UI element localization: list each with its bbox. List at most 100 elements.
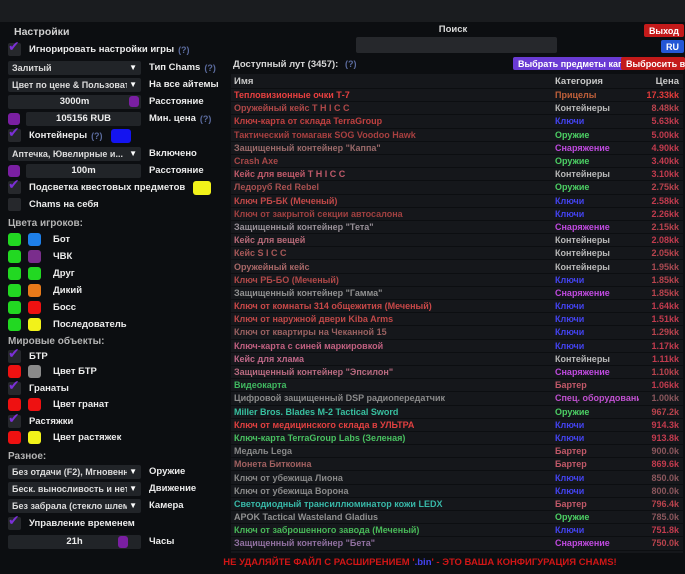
loot-item-category: Контейнеры [555,235,639,245]
loot-item-name: Монета Биткоина [231,459,555,469]
table-row[interactable]: Ключ-карта TerraGroup Labs (Зеленая)Ключ… [231,432,683,444]
checkbox-ignore-game-settings[interactable] [8,43,21,56]
player-color-swatch-visible[interactable] [8,318,21,331]
table-row[interactable]: Кейс для хламаКонтейнеры1.11kk [231,353,683,365]
table-row[interactable]: Кейс для вещей T H I C CКонтейнеры3.10kk [231,168,683,180]
help-icon[interactable]: (?) [91,131,103,141]
checkbox-time-control[interactable] [8,517,21,530]
table-row[interactable]: Оружейный кейс T H I C CКонтейнеры8.48kk [231,102,683,114]
grenades-color-row: Цвет гранат [8,397,109,412]
chams-type-dropdown[interactable]: Залитый ▼ [8,61,141,75]
table-row[interactable]: Ключ РБ-БО (Меченый)Ключи1.85kk [231,274,683,286]
containers-distance-label: Расстояние [149,165,204,176]
table-row[interactable]: Ключ от убежища ВоронаКлючи800.0k [231,485,683,497]
all-items-dropdown[interactable]: Цвет по цене & Пользователь ▼ [8,78,141,92]
containers-distance-color-swatch[interactable] [8,165,20,177]
table-row[interactable]: Кейс для вещейКонтейнеры2.08kk [231,234,683,246]
all-items-value: Цвет по цене & Пользователь [12,80,127,90]
movement-dropdown[interactable]: Беск. выносливость и нет уста ▼ [8,482,141,496]
select-kappa-items-button[interactable]: Выбрать предметы каппа [513,57,639,70]
table-row[interactable]: Защищенный контейнер "Тета"Снаряжение2.1… [231,221,683,233]
table-row[interactable]: Ключ от убежища ЛионаКлючи850.0k [231,471,683,483]
table-row[interactable]: Ключ от комнаты 314 общежития (Меченый)К… [231,300,683,312]
player-color-swatch-visible[interactable] [8,250,21,263]
table-row[interactable]: Ключ от медицинского склада в УЛЬТРАКлюч… [231,419,683,431]
loot-item-price: 17.33kk [639,90,683,100]
table-row[interactable]: Защищенный контейнер "Каппа"Снаряжение4.… [231,142,683,154]
tripwires-label: Растяжки [29,416,73,427]
containers-filter-dropdown[interactable]: Аптечка, Ювелирные и... ▼ [8,147,141,161]
table-row[interactable]: Ключ от наружной двери Kiba ArmsКлючи1.5… [231,313,683,325]
table-row[interactable]: Ключ-карта с синей маркировкойКлючи1.17k… [231,340,683,352]
checkbox-tripwires[interactable] [8,415,21,428]
min-price-color-swatch[interactable] [8,113,20,125]
checkbox-containers[interactable] [8,129,21,142]
table-row[interactable]: Защищенный контейнер "Гамма"Снаряжение1.… [231,287,683,299]
help-icon[interactable]: (?) [345,59,357,69]
help-icon[interactable]: (?) [178,45,190,55]
table-row[interactable]: Оружейный кейсКонтейнеры1.95kk [231,260,683,272]
containers-color-swatch[interactable] [111,129,131,143]
table-row[interactable]: Ключ от закрытой секции автосалонаКлючи2… [231,208,683,220]
checkbox-btr[interactable] [8,350,21,363]
table-row[interactable]: Ключ-карта от склада TerraGroupКлючи5.63… [231,115,683,127]
table-row[interactable]: Ледоруб Red RebelОружие2.75kk [231,181,683,193]
column-header-name[interactable]: Имя [231,76,555,87]
table-row[interactable]: Ключ РБ-БК (Меченый)Ключи2.58kk [231,195,683,207]
min-price-input[interactable]: 105156 RUB [26,112,141,126]
camera-dropdown[interactable]: Без забрала (стекло шлема) ▼ [8,499,141,513]
weapon-dropdown[interactable]: Без отдачи (F2), Мгновенное п ▼ [8,465,141,479]
help-icon[interactable]: (?) [200,114,212,124]
help-icon[interactable]: (?) [204,63,216,73]
loot-item-category: Оружие [555,182,639,192]
column-header-price[interactable]: Цена [639,76,683,87]
table-row[interactable]: ВидеокартаБартер1.06kk [231,379,683,391]
table-row[interactable]: Цифровой защищенный DSP радиопередатчикС… [231,392,683,404]
hours-input[interactable]: 21h [8,535,141,549]
tripwires-color-swatch-1[interactable] [8,431,21,444]
player-color-swatch[interactable] [28,318,41,331]
player-color-swatch[interactable] [28,233,41,246]
checkbox-chams-self[interactable] [8,198,21,211]
checkbox-grenades[interactable] [8,382,21,395]
table-row[interactable]: Тепловизионные очки Т-7Прицелы17.33kk [231,89,683,101]
language-button[interactable]: RU [661,40,684,53]
loot-title-row: Доступный лут (3457): (?) [233,59,356,70]
table-row[interactable]: Защищенный контейнер "Эпсилон"Снаряжение… [231,366,683,378]
distance-color-swatch[interactable] [129,96,139,107]
grenades-color-swatch-2[interactable] [28,398,41,411]
btr-color-swatch-2[interactable] [28,365,41,378]
distance-input[interactable]: 3000m [8,95,141,109]
table-row[interactable]: Медаль LegaБартер900.0k [231,445,683,457]
table-row[interactable]: Тактический томагавк SOG Voodoo HawkОруж… [231,129,683,141]
player-color-swatch-visible[interactable] [8,267,21,280]
containers-distance-input[interactable]: 100m [26,164,141,178]
hours-color-swatch[interactable] [118,536,128,548]
table-row[interactable]: Ключ от заброшенного завода (Меченый)Клю… [231,524,683,536]
column-header-category[interactable]: Категория [555,76,639,87]
player-color-swatch-visible[interactable] [8,301,21,314]
player-color-swatch[interactable] [28,301,41,314]
player-color-swatch[interactable] [28,250,41,263]
player-color-swatch-visible[interactable] [8,233,21,246]
table-row[interactable]: Кейс S I C CКонтейнеры2.05kk [231,247,683,259]
table-row[interactable]: Miller Bros. Blades M-2 Tactical SwordОр… [231,406,683,418]
tripwires-color-swatch-2[interactable] [28,431,41,444]
player-color-swatch[interactable] [28,267,41,280]
table-row[interactable]: Ключ-карта с зеленой маркировкойКлючи750… [231,551,683,553]
exit-button[interactable]: Выход [644,24,684,37]
table-row[interactable]: APOK Tactical Wasteland GladiusОружие785… [231,511,683,523]
player-color-swatch-visible[interactable] [8,284,21,297]
table-row[interactable]: Защищенный контейнер "Бета"Снаряжение750… [231,537,683,549]
table-row[interactable]: Crash AxeОружие3.40kk [231,155,683,167]
table-row[interactable]: Светодиодный трансиллюминатор кожи LEDXБ… [231,498,683,510]
quest-highlight-color-swatch[interactable] [193,181,211,195]
drop-all-button[interactable]: Выбросить все [621,57,685,70]
checkbox-quest-highlight[interactable] [8,181,21,194]
loot-item-price: 3.10kk [639,169,683,179]
search-input[interactable] [356,37,557,53]
player-color-swatch[interactable] [28,284,41,297]
table-row[interactable]: Ключ от квартиры на Чеканной 15Ключи1.29… [231,326,683,338]
min-price-value: 105156 RUB [56,113,111,124]
table-row[interactable]: Монета БиткоинаБартер869.6k [231,458,683,470]
